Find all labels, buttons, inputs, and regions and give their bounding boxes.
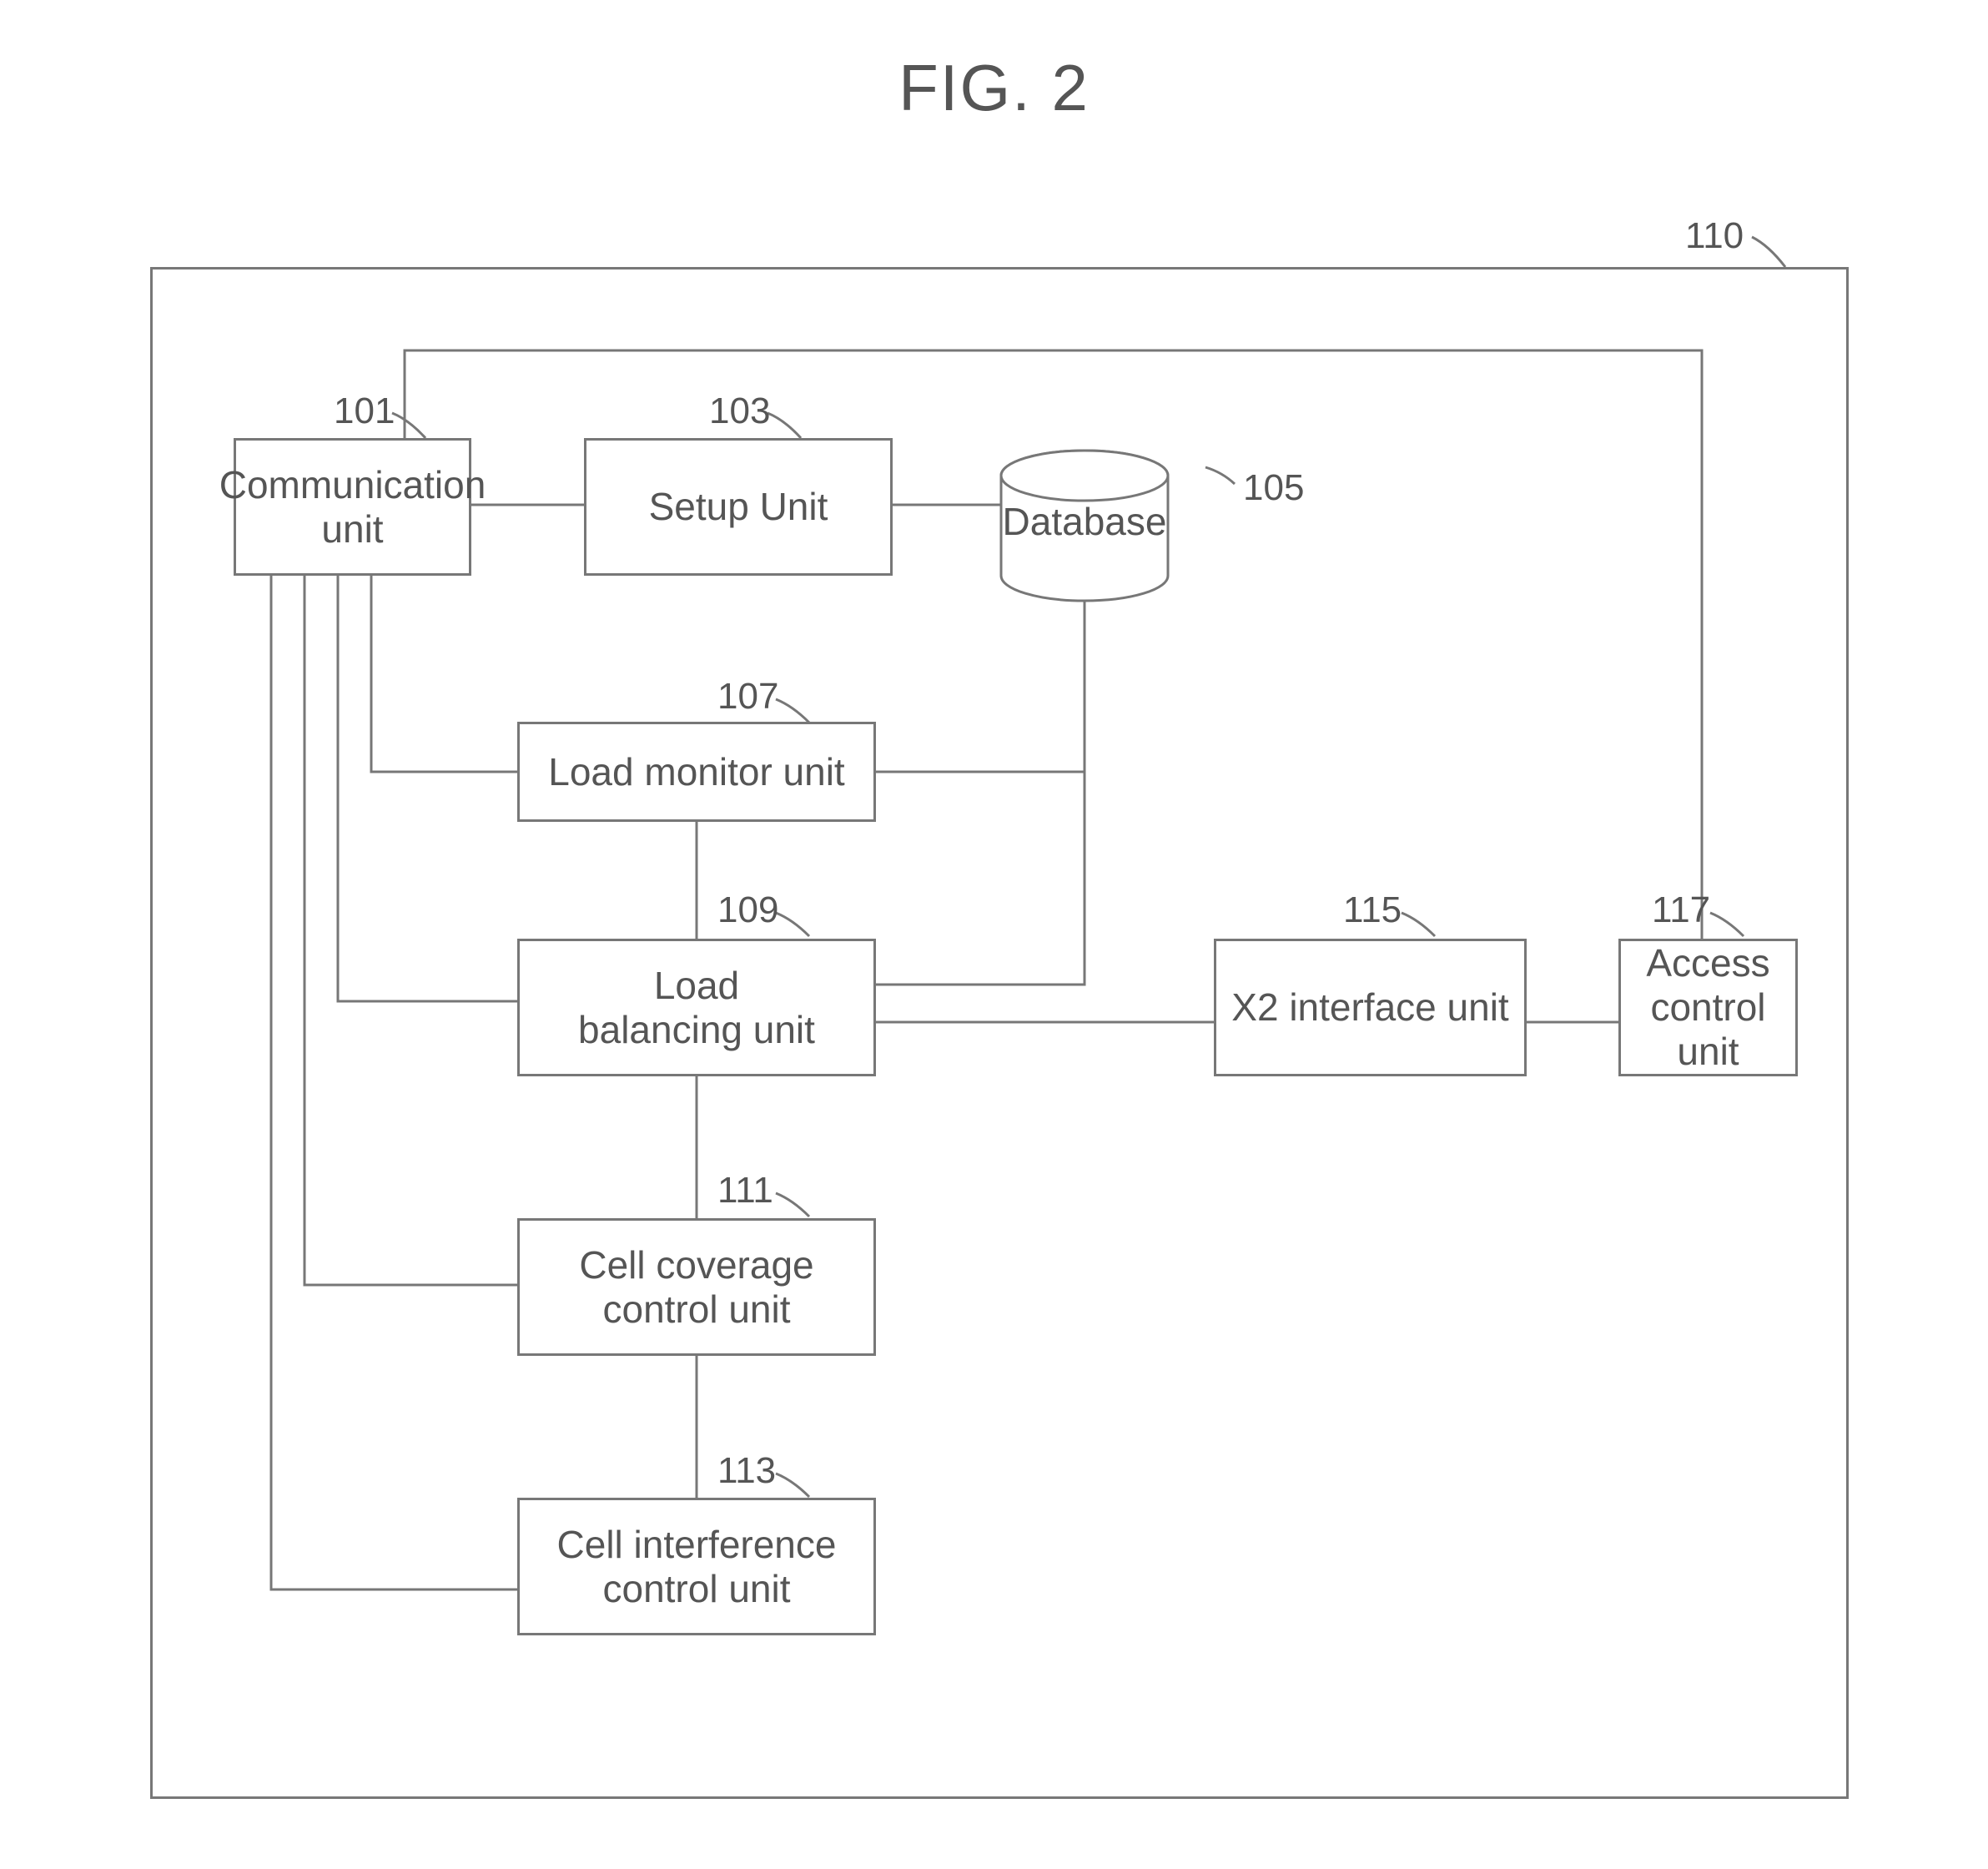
setup-unit-block: Setup Unit — [584, 438, 893, 576]
database-label: Database — [1001, 499, 1168, 544]
ref-111: 111 — [717, 1170, 773, 1212]
load-balancing-block: Load balancing unit — [517, 939, 876, 1076]
ref-113: 113 — [717, 1450, 776, 1492]
ref-101: 101 — [334, 390, 395, 432]
cell-interference-label: Cell interference control unit — [557, 1523, 837, 1611]
cell-interference-block: Cell interference control unit — [517, 1498, 876, 1635]
ref-105: 105 — [1243, 467, 1304, 509]
communication-unit-block: Communication unit — [234, 438, 471, 576]
load-balancing-label: Load balancing unit — [578, 964, 815, 1052]
load-monitor-block: Load monitor unit — [517, 722, 876, 822]
x2-interface-label: X2 interface unit — [1231, 985, 1508, 1030]
ref-115: 115 — [1343, 889, 1402, 931]
communication-unit-label: Communication unit — [219, 463, 486, 552]
cell-coverage-block: Cell coverage control unit — [517, 1218, 876, 1356]
wires-layer — [0, 0, 1988, 1869]
cell-coverage-label: Cell coverage control unit — [579, 1243, 813, 1332]
ref-110: 110 — [1685, 215, 1744, 257]
access-control-label: Access control unit — [1636, 941, 1780, 1074]
setup-unit-label: Setup Unit — [649, 485, 828, 529]
ref-107: 107 — [717, 676, 778, 718]
access-control-block: Access control unit — [1618, 939, 1798, 1076]
ref-109: 109 — [717, 889, 778, 931]
page: FIG. 2 — [0, 0, 1988, 1869]
ref-117: 117 — [1652, 889, 1710, 931]
x2-interface-block: X2 interface unit — [1214, 939, 1527, 1076]
ref-103: 103 — [709, 390, 770, 432]
load-monitor-label: Load monitor unit — [548, 750, 844, 794]
